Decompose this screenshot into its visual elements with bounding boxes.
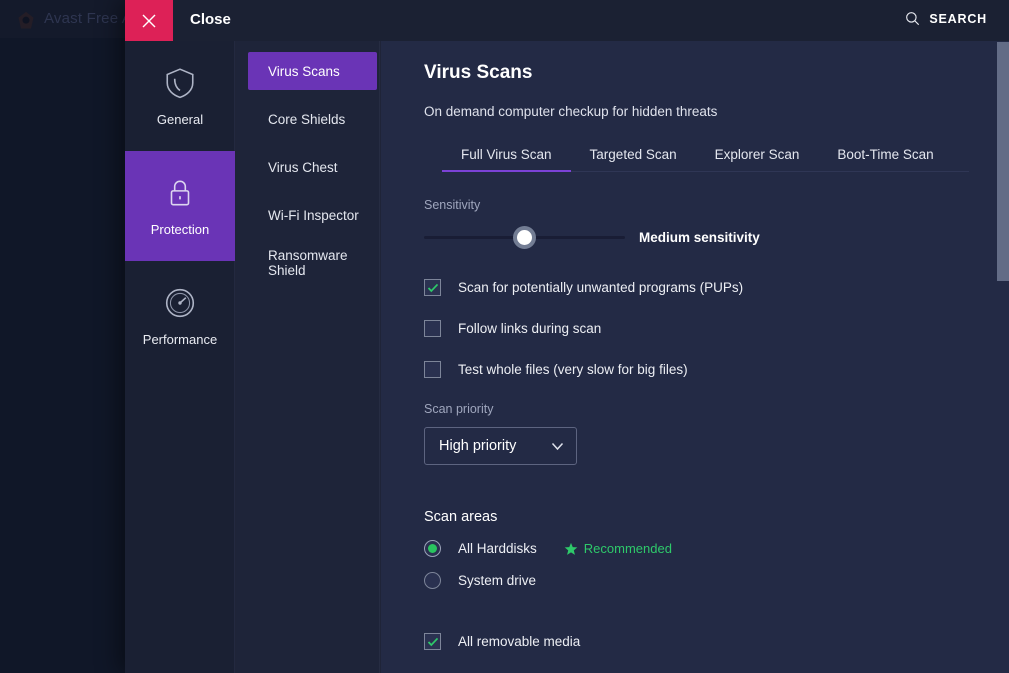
sidebar-item-ransomware-shield[interactable]: Ransomware Shield	[248, 244, 377, 282]
main-panel: Virus Scans On demand computer checkup f…	[381, 41, 1009, 673]
radio-button-system-drive[interactable]	[424, 572, 441, 589]
radio-label: All Harddisks	[458, 541, 537, 556]
option-label: Follow links during scan	[458, 321, 602, 336]
rail-item-performance[interactable]: Performance	[125, 261, 235, 371]
chevron-down-icon	[551, 442, 564, 451]
option-scan-pups[interactable]: Scan for potentially unwanted programs (…	[424, 279, 1009, 296]
sidebar-item-virus-scans[interactable]: Virus Scans	[248, 52, 377, 90]
search-icon	[906, 12, 920, 26]
scrollbar-thumb[interactable]	[997, 42, 1009, 281]
modal-topbar: Close SEARCH	[125, 0, 1009, 41]
checkbox-all-removable-media[interactable]	[424, 633, 441, 650]
settings-modal: Close SEARCH General Protection Performa…	[125, 0, 1009, 673]
subnav-label: Ransomware Shield	[268, 248, 348, 278]
subnav-label: Wi-Fi Inspector	[268, 207, 359, 223]
sensitivity-row: Medium sensitivity	[424, 226, 1009, 249]
background-app-title: Avast Free A	[44, 10, 132, 27]
sensitivity-label: Sensitivity	[424, 198, 481, 212]
vertical-scrollbar[interactable]	[995, 41, 1009, 673]
protection-subnav: Virus Scans Core Shields Virus Chest Wi-…	[236, 41, 380, 673]
sidebar-item-core-shields[interactable]: Core Shields	[248, 100, 377, 138]
screen: Avast Free A Close SEARCH General Protec…	[0, 0, 1009, 673]
scan-priority-value: High priority	[439, 438, 517, 454]
scan-priority-select[interactable]: High priority	[424, 427, 577, 465]
close-icon	[142, 14, 156, 27]
search-label: SEARCH	[929, 11, 987, 26]
page-subtitle: On demand computer checkup for hidden th…	[424, 104, 718, 119]
sensitivity-slider[interactable]	[424, 226, 625, 249]
rail-item-label: General	[156, 111, 204, 127]
sidebar-item-virus-chest[interactable]: Virus Chest	[248, 148, 377, 186]
tab-explorer-scan[interactable]: Explorer Scan	[696, 147, 819, 171]
sensitivity-section: Sensitivity Medium sensitivity	[424, 198, 1009, 249]
shield-icon	[166, 67, 194, 98]
sensitivity-value: Medium sensitivity	[639, 229, 760, 245]
check-icon	[427, 637, 438, 646]
close-label[interactable]: Close	[190, 11, 231, 28]
scan-options: Scan for potentially unwanted programs (…	[424, 279, 1009, 378]
scan-areas-section: Scan areas All Harddisks Recommended Sys…	[424, 509, 1009, 650]
checkbox-scan-pups[interactable]	[424, 279, 441, 296]
slider-handle[interactable]	[513, 226, 536, 249]
scan-type-tabs: Full Virus Scan Targeted Scan Explorer S…	[442, 147, 969, 172]
tab-boot-time-scan[interactable]: Boot-Time Scan	[818, 147, 952, 171]
tab-label: Explorer Scan	[714, 147, 800, 162]
radio-all-harddisks[interactable]: All Harddisks Recommended	[424, 540, 1009, 557]
star-icon	[564, 542, 578, 555]
checkbox-test-whole-files[interactable]	[424, 361, 441, 378]
subnav-label: Core Shields	[268, 111, 346, 127]
tab-full-virus-scan[interactable]: Full Virus Scan	[442, 147, 571, 172]
subnav-label: Virus Scans	[268, 63, 340, 79]
gauge-icon	[165, 288, 195, 317]
option-label: Scan for potentially unwanted programs (…	[458, 280, 744, 295]
check-icon	[427, 283, 438, 292]
scan-priority-section: Scan priority High priority	[424, 402, 1009, 465]
option-label: All removable media	[458, 634, 581, 649]
page-title: Virus Scans	[424, 62, 533, 83]
rail-item-protection[interactable]: Protection	[125, 151, 235, 261]
close-button[interactable]	[125, 0, 173, 41]
avast-logo-icon	[18, 11, 34, 29]
sidebar-item-wifi-inspector[interactable]: Wi-Fi Inspector	[248, 196, 377, 234]
lock-icon	[170, 180, 190, 205]
subnav-label: Virus Chest	[268, 159, 338, 175]
category-rail: General Protection Performance	[125, 41, 235, 673]
option-test-whole-files[interactable]: Test whole files (very slow for big file…	[424, 361, 1009, 378]
scan-areas-heading: Scan areas	[424, 509, 498, 525]
radio-dot	[428, 544, 437, 553]
checkbox-follow-links[interactable]	[424, 320, 441, 337]
tab-label: Targeted Scan	[589, 147, 677, 162]
option-all-removable-media[interactable]: All removable media	[424, 633, 1009, 650]
scan-priority-label: Scan priority	[424, 402, 494, 416]
radio-label: System drive	[458, 573, 537, 588]
radio-button-all-harddisks[interactable]	[424, 540, 441, 557]
option-label: Test whole files (very slow for big file…	[458, 362, 688, 377]
radio-system-drive[interactable]: System drive	[424, 572, 1009, 589]
rail-item-label: Performance	[142, 331, 218, 347]
option-follow-links[interactable]: Follow links during scan	[424, 320, 1009, 337]
tab-targeted-scan[interactable]: Targeted Scan	[571, 147, 696, 171]
recommended-label: Recommended	[583, 541, 672, 556]
tab-label: Boot-Time Scan	[837, 147, 934, 162]
tab-label: Full Virus Scan	[461, 147, 552, 162]
search-button[interactable]: SEARCH	[905, 11, 987, 26]
rail-item-general[interactable]: General	[125, 41, 235, 151]
rail-item-label: Protection	[150, 221, 210, 237]
recommended-badge: Recommended	[564, 541, 672, 556]
